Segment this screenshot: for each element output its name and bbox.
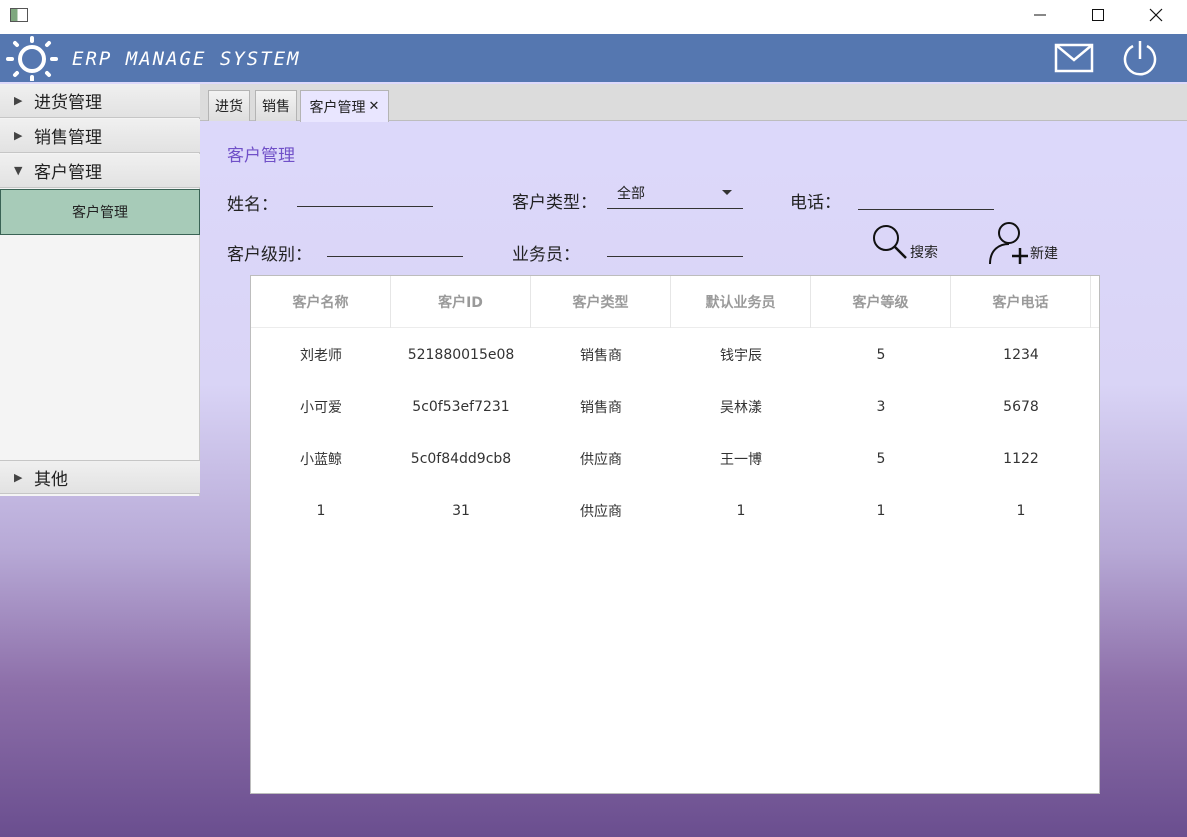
sidebar-section-other[interactable]: ▶ 其他 xyxy=(0,460,200,494)
cell-level: 1 xyxy=(876,503,886,519)
phone-field[interactable] xyxy=(858,209,994,210)
customer-type-label: 客户类型： xyxy=(512,193,597,213)
app-title: ERP MANAGE SYSTEM xyxy=(72,48,301,70)
create-label: 新建 xyxy=(1030,246,1058,262)
tab-bar: 进货 销售 客户管理 ✕ xyxy=(200,84,1187,122)
cell-name: 1 xyxy=(316,503,326,519)
tab-sales[interactable]: 销售 xyxy=(255,90,297,121)
column-header-level[interactable]: 客户等级 xyxy=(811,276,951,328)
close-window-button[interactable] xyxy=(1127,0,1185,30)
cell-id: 5c0f53ef7231 xyxy=(412,399,510,415)
expanded-arrow-icon: ▼ xyxy=(14,164,23,177)
cell-phone: 1 xyxy=(1016,503,1026,519)
cell-phone: 5678 xyxy=(1003,399,1039,415)
cell-salesman: 1 xyxy=(736,503,746,519)
page-title: 客户管理 xyxy=(227,146,295,166)
tab-customer-manage[interactable]: 客户管理 ✕ xyxy=(300,90,389,122)
cell-phone: 1234 xyxy=(1003,347,1039,363)
phone-label: 电话： xyxy=(790,193,841,213)
tab-label: 进货 xyxy=(215,99,243,115)
cell-type: 销售商 xyxy=(580,400,622,416)
add-customer-button[interactable]: 新建 xyxy=(988,219,1058,265)
table-row[interactable]: 刘老师 521880015e08 销售商 钱宇辰 5 1234 xyxy=(251,329,1099,381)
column-header-id[interactable]: 客户ID xyxy=(391,276,531,328)
column-header-name[interactable]: 客户名称 xyxy=(251,276,391,328)
cell-salesman: 王一博 xyxy=(720,452,762,468)
cell-name: 小蓝鲸 xyxy=(300,452,342,468)
app-header: ERP MANAGE SYSTEM xyxy=(0,34,1187,82)
sidebar-section-label: 客户管理 xyxy=(34,163,102,183)
mail-icon[interactable] xyxy=(1052,38,1096,78)
cell-level: 5 xyxy=(876,451,886,467)
table-row[interactable]: 小蓝鲸 5c0f84dd9cb8 供应商 王一博 5 1122 xyxy=(251,433,1099,485)
sidebar-section-label: 进货管理 xyxy=(34,93,102,113)
cell-type: 供应商 xyxy=(580,504,622,520)
collapsed-arrow-icon: ▶ xyxy=(14,129,23,142)
sidebar-section-label: 销售管理 xyxy=(34,128,102,148)
table-header: 客户名称 客户ID 客户类型 默认业务员 客户等级 客户电话 xyxy=(251,276,1099,328)
sidebar-section-label: 其他 xyxy=(34,469,68,490)
tab-label: 客户管理 xyxy=(309,99,366,116)
tab-close-icon[interactable]: ✕ xyxy=(369,99,380,114)
cell-phone: 1122 xyxy=(1003,451,1039,467)
window-titlebar xyxy=(0,0,1187,34)
cell-name: 刘老师 xyxy=(300,348,342,364)
search-label: 搜索 xyxy=(910,245,938,261)
name-field[interactable] xyxy=(297,206,433,207)
search-icon xyxy=(873,225,907,259)
sidebar: ▶ 进货管理 ▶ 销售管理 ▼ 客户管理 客户管理 ▶ 其他 xyxy=(0,84,200,496)
power-icon[interactable] xyxy=(1118,38,1162,78)
minimize-icon xyxy=(1034,14,1046,16)
cell-salesman: 钱宇辰 xyxy=(720,348,762,364)
customer-type-select[interactable]: 全部 xyxy=(617,183,645,203)
add-user-icon xyxy=(989,222,1028,265)
collapsed-arrow-icon: ▶ xyxy=(14,94,23,107)
customer-table: 客户名称 客户ID 客户类型 默认业务员 客户等级 客户电话 刘老师 52188… xyxy=(250,275,1100,794)
customer-level-field[interactable] xyxy=(327,256,463,257)
sun-logo-icon xyxy=(6,36,58,81)
sidebar-section-customer[interactable]: ▼ 客户管理 xyxy=(0,154,200,188)
app-window-icon xyxy=(10,8,28,22)
customer-type-underline xyxy=(607,208,743,209)
cell-level: 3 xyxy=(876,399,886,415)
table-row[interactable]: 1 31 供应商 1 1 1 xyxy=(251,485,1099,537)
tab-label: 销售 xyxy=(262,99,290,115)
cell-salesman: 吴林漾 xyxy=(720,400,762,416)
cell-id: 5c0f84dd9cb8 xyxy=(410,451,512,467)
column-header-salesman[interactable]: 默认业务员 xyxy=(671,276,811,328)
cell-type: 供应商 xyxy=(580,452,622,468)
name-label: 姓名： xyxy=(227,195,278,215)
search-button[interactable]: 搜索 xyxy=(870,222,938,264)
sidebar-item-customer-manage[interactable]: 客户管理 xyxy=(0,189,200,235)
cell-id: 521880015e08 xyxy=(407,347,515,363)
minimize-button[interactable] xyxy=(1011,0,1069,30)
column-header-type[interactable]: 客户类型 xyxy=(531,276,671,328)
chevron-down-icon[interactable] xyxy=(722,190,732,195)
table-row[interactable]: 小可爱 5c0f53ef7231 销售商 吴林漾 3 5678 xyxy=(251,381,1099,433)
cell-type: 销售商 xyxy=(580,348,622,364)
sidebar-item-label: 客户管理 xyxy=(72,205,128,221)
salesman-field[interactable] xyxy=(607,256,743,257)
cell-name: 小可爱 xyxy=(300,400,342,416)
maximize-icon xyxy=(1092,9,1104,21)
maximize-button[interactable] xyxy=(1069,0,1127,30)
column-header-phone[interactable]: 客户电话 xyxy=(951,276,1091,328)
sidebar-section-purchase[interactable]: ▶ 进货管理 xyxy=(0,84,200,118)
cell-level: 5 xyxy=(876,347,886,363)
salesman-label: 业务员： xyxy=(512,245,580,265)
tab-purchase[interactable]: 进货 xyxy=(208,90,250,121)
customer-level-label: 客户级别： xyxy=(227,245,312,265)
close-icon xyxy=(1149,8,1163,22)
sidebar-section-sales[interactable]: ▶ 销售管理 xyxy=(0,119,200,153)
collapsed-arrow-icon: ▶ xyxy=(14,470,23,484)
cell-id: 31 xyxy=(452,503,470,519)
